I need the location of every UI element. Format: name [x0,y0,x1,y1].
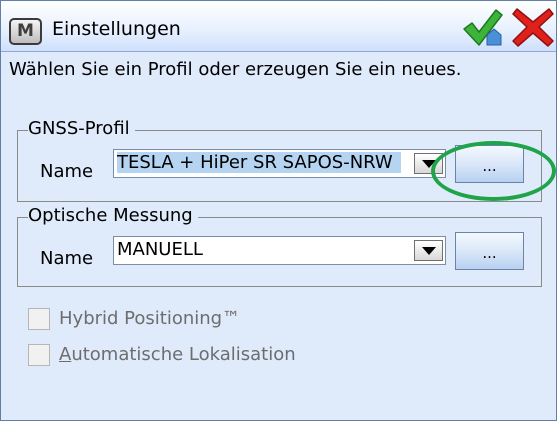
gnss-name-label: Name [40,161,94,182]
instruction-text: Wählen Sie ein Profil oder erzeugen Sie … [9,59,462,80]
gnss-group-title: GNSS-Profil [28,118,135,139]
chevron-down-icon[interactable] [414,240,443,261]
settings-window: M Einstellungen Wählen Sie ein Profil od… [0,0,557,421]
optical-browse-button[interactable]: ... [455,232,524,270]
window-title: Einstellungen [52,18,181,40]
title-bar: M Einstellungen [1,1,556,52]
localisation-checkbox[interactable] [28,344,50,366]
optical-profile-value: MANUELL [117,239,203,260]
optical-group-title: Optische Messung [28,205,198,226]
hybrid-checkbox[interactable] [28,308,50,330]
gnss-profile-value: TESLA + HiPer SR SAPOS-NRW [117,152,401,173]
localisation-label: Automatische Lokalisation [59,344,296,365]
menu-icon[interactable]: M [9,18,42,45]
red-x-icon [512,8,554,47]
green-checkmark-icon [463,9,503,46]
gnss-profile-dropdown[interactable]: TESLA + HiPer SR SAPOS-NRW [113,149,446,178]
optical-name-label: Name [40,248,94,269]
optical-profile-dropdown[interactable]: MANUELL [113,236,446,265]
hybrid-label: Hybrid Positioning™ [59,308,241,329]
optical-measurement-group: Optische Messung Name MANUELL ... [17,205,542,287]
confirm-button[interactable] [460,5,504,49]
cancel-button[interactable] [511,5,555,49]
highlight-ring [431,141,556,201]
